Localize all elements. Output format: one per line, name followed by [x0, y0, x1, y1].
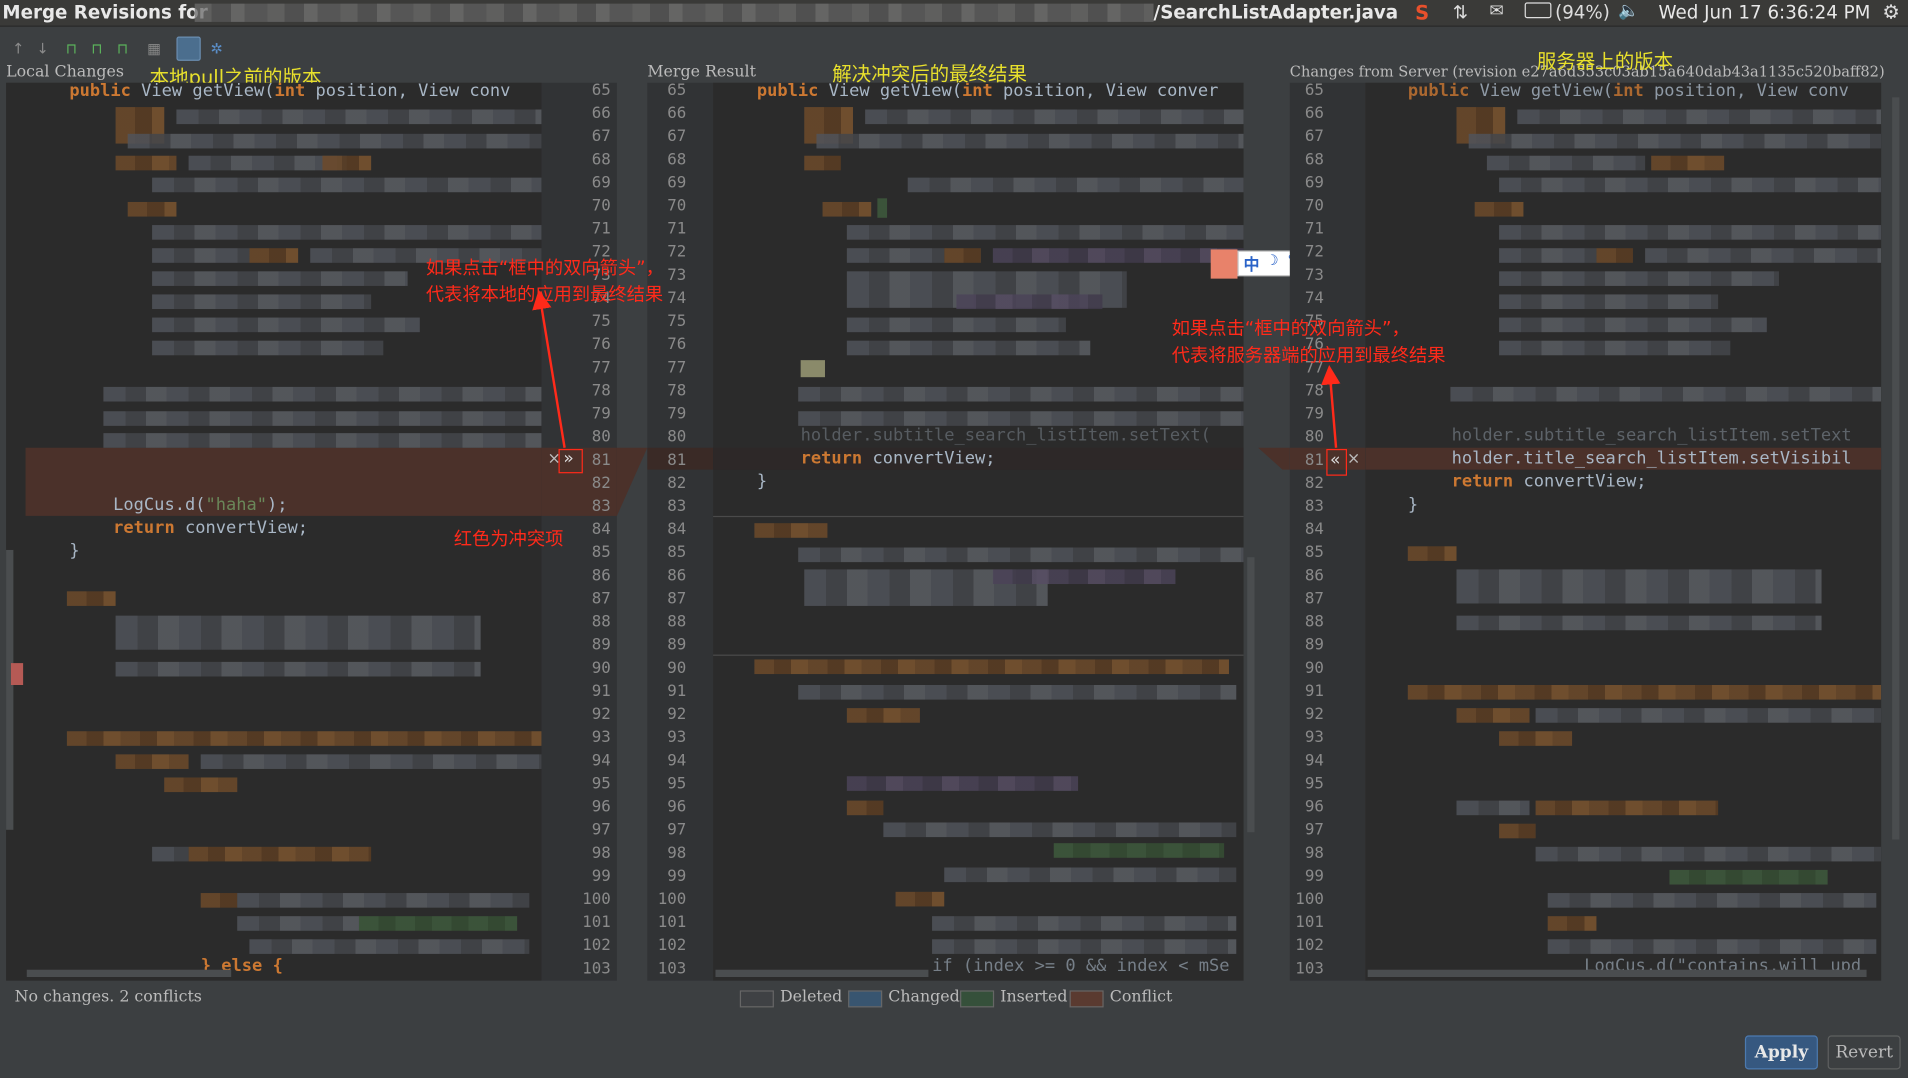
legend-deleted-swatch — [739, 990, 774, 1008]
legend-inserted-label: Inserted — [1000, 987, 1068, 1007]
status-text: No changes. 2 conflicts — [14, 987, 202, 1007]
annotation-arrows — [532, 289, 1341, 448]
legend-deleted-label: Deleted — [779, 987, 843, 1007]
legend-changed-swatch — [848, 990, 883, 1008]
apply-button[interactable]: Apply — [1744, 1035, 1818, 1070]
legend-changed-label: Changed — [888, 987, 960, 1007]
legend-inserted-swatch — [960, 990, 995, 1008]
legend-conflict-label: Conflict — [1109, 987, 1173, 1007]
revert-button[interactable]: Revert — [1827, 1035, 1901, 1070]
legend-conflict-swatch — [1069, 990, 1104, 1008]
